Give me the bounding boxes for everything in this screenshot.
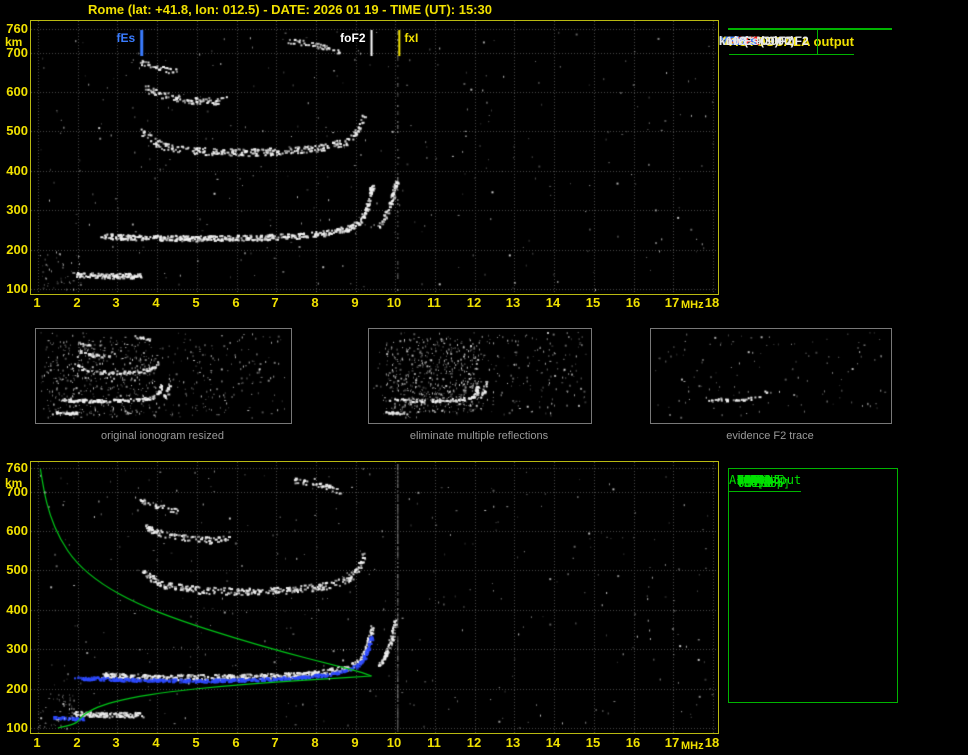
- thumbnail-original-canvas: [36, 329, 289, 421]
- marker-label-foF2: foF2: [340, 31, 366, 45]
- x-tick-label: 13: [505, 735, 521, 750]
- thumbnail-original-ionogram: [35, 328, 292, 424]
- x-tick-label: 1: [33, 295, 41, 310]
- x-tick-label: 4: [152, 735, 160, 750]
- y-tick-label: 300: [6, 202, 28, 217]
- x-tick-label: 14: [545, 735, 561, 750]
- x-tick-label: 4: [152, 295, 160, 310]
- x-tick-label: 9: [351, 735, 359, 750]
- bottom-ionogram-canvas: [31, 462, 718, 733]
- thumbnail-f2-evidence: [650, 328, 892, 424]
- autoscala-window: Rome (lat: +41.8, lon: 012.5) - DATE: 20…: [0, 0, 968, 755]
- top-ionogram-canvas: [31, 21, 718, 294]
- x-tick-label: 12: [466, 295, 482, 310]
- x-tick-label: 1: [33, 735, 41, 750]
- x-tick-label: 10: [386, 295, 402, 310]
- y-tick-label: 700: [6, 484, 28, 499]
- x-tick-label: 3: [112, 295, 120, 310]
- y-tick-label: 300: [6, 641, 28, 656]
- y-tick-label: 200: [6, 242, 28, 257]
- x-tick-label: 2: [73, 735, 81, 750]
- y-tick-label: 100: [6, 281, 28, 296]
- x-tick-label: 5: [192, 295, 200, 310]
- x-tick-label: 3: [112, 735, 120, 750]
- y-tick-label: 400: [6, 602, 28, 617]
- x-tick-label: 11: [427, 295, 441, 310]
- x-tick-label: 8: [311, 295, 319, 310]
- x-tick-label: 11: [427, 735, 441, 750]
- y-tick-label: 400: [6, 163, 28, 178]
- x-tick-label: 2: [73, 295, 81, 310]
- x-tick-label: 7: [271, 295, 279, 310]
- y-tick-label: 760: [6, 460, 28, 475]
- y-tick-label: 100: [6, 720, 28, 735]
- x-tick-label: 15: [585, 295, 601, 310]
- x-tick-label: 15: [585, 735, 601, 750]
- aip-unit: TECU: [747, 477, 774, 491]
- page-title: Rome (lat: +41.8, lon: 012.5) - DATE: 20…: [88, 2, 492, 17]
- y-tick-label: 500: [6, 123, 28, 138]
- x-tick-label: 17: [664, 735, 680, 750]
- autoscala-value-unit: km: [719, 34, 737, 48]
- x-tick-label: 16: [625, 295, 641, 310]
- x-tick-label: 6: [232, 735, 240, 750]
- marker-label-fxI: fxI: [404, 31, 419, 45]
- y-tick-label: 200: [6, 681, 28, 696]
- x-tick-label: 8: [311, 735, 319, 750]
- thumbnail-caption-eliminate: eliminate multiple reflections: [409, 430, 549, 442]
- x-tick-label: 17: [664, 295, 680, 310]
- x-tick-label: 9: [351, 295, 359, 310]
- x-tick-label: 16: [625, 735, 641, 750]
- marker-label-fEs: fEs: [116, 31, 136, 45]
- thumbnail-caption-original: original ionogram resized: [101, 430, 224, 442]
- x-tick-label: 14: [545, 295, 561, 310]
- top-ionogram-plot: [30, 20, 719, 295]
- autoscala-output-table: AUTOSCALA output foF2 9.4 MHz MUF(3000)F2 35…: [719, 28, 892, 55]
- thumbnail-eliminate-canvas: [369, 329, 589, 421]
- y-tick-label: 760: [6, 21, 28, 36]
- thumbnail-f2-canvas: [651, 329, 889, 421]
- x-tick-label: 18: [704, 735, 720, 750]
- thumbnail-eliminate-reflections: [368, 328, 592, 424]
- y-tick-label: 600: [6, 523, 28, 538]
- y-tick-label: 600: [6, 84, 28, 99]
- x-tick-label: 7: [271, 735, 279, 750]
- x-tick-label: 18: [704, 295, 720, 310]
- y-tick-label: 500: [6, 562, 28, 577]
- x-tick-label: 10: [386, 735, 402, 750]
- aip-output-table: AIP output hmF2 232 km foF2 09.4 MHz foF1 00.0 M…: [728, 468, 898, 703]
- x-tick-label: 13: [505, 295, 521, 310]
- thumbnail-caption-f2: evidence F2 trace: [726, 430, 814, 442]
- x-tick-label: 12: [466, 735, 482, 750]
- y-tick-label: 700: [6, 45, 28, 60]
- x-tick-label: 6: [232, 295, 240, 310]
- aip-row-TEC[Top]: TEC[Top] 010.3 TECU: [729, 477, 790, 490]
- x-tick-label: 5: [192, 735, 200, 750]
- bottom-ionogram-plot: [30, 461, 719, 734]
